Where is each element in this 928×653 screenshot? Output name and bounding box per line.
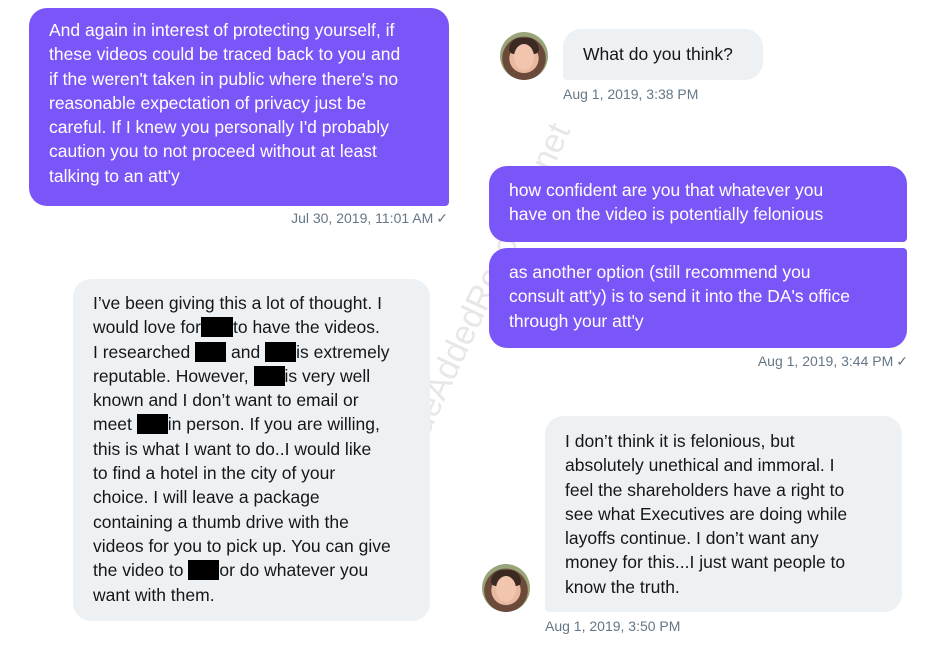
redaction-block: [265, 341, 297, 362]
message-timestamp: Aug 1, 2019, 3:44 PM ✓: [758, 353, 908, 370]
avatar-face: [514, 44, 534, 70]
received-message[interactable]: What do you think?: [563, 29, 763, 80]
message-line: meet in person. If you are willing,: [93, 414, 380, 435]
redaction-block: [200, 317, 233, 338]
message-line: reasonable expectation of privacy just b…: [49, 92, 367, 113]
message-line: know the truth.: [565, 576, 680, 597]
sent-message[interactable]: as another option (still recommend you c…: [489, 248, 907, 348]
message-line: choice. I will leave a package: [93, 487, 320, 508]
contact-avatar[interactable]: [482, 564, 530, 612]
read-check-icon: ✓: [436, 210, 448, 226]
message-line: this is what I want to do..I would like: [93, 438, 372, 459]
message-timestamp: Aug 1, 2019, 3:50 PM: [545, 618, 681, 634]
redaction-block: [195, 341, 227, 362]
message-line: through your att'y: [509, 310, 644, 331]
message-line: as another option (still recommend you: [509, 262, 811, 282]
message-line: layoffs continue. I don’t want any: [565, 528, 819, 549]
message-timestamp: Jul 30, 2019, 11:01 AM ✓: [291, 210, 448, 227]
avatar-face: [496, 576, 516, 602]
message-line: to find a hotel in the city of your: [93, 463, 336, 484]
message-line: containing a thumb drive with the: [93, 511, 349, 532]
received-message[interactable]: I’ve been giving this a lot of thought. …: [73, 279, 430, 621]
read-check-icon: ✓: [896, 353, 908, 369]
message-line: the video to or do whatever you: [93, 560, 369, 581]
message-line: caution you to not proceed without at le…: [49, 141, 377, 162]
message-line: What do you think?: [583, 44, 733, 64]
message-line: reputable. However, is very well: [93, 365, 371, 386]
message-line: I don’t think it is felonious, but: [565, 431, 795, 451]
message-line: if the weren't taken in public where the…: [49, 68, 399, 89]
message-line: I researched and is extremely: [93, 341, 390, 362]
message-line: And again in interest of protecting your…: [49, 20, 395, 40]
message-line: talking to an att'y: [49, 165, 180, 186]
message-line: want with them.: [93, 584, 215, 605]
redaction-block: [253, 365, 285, 386]
sent-message[interactable]: how confident are you that whatever you …: [489, 166, 907, 242]
message-line: absolutely unethical and immoral. I: [565, 455, 835, 476]
redaction-block: [136, 414, 168, 435]
sent-message[interactable]: And again in interest of protecting your…: [29, 8, 449, 206]
message-line: would love for to have the videos.: [93, 317, 380, 338]
message-line: careful. If I knew you personally I'd pr…: [49, 117, 389, 138]
message-line: these videos could be traced back to you…: [49, 44, 401, 65]
received-message[interactable]: I don’t think it is felonious, but absol…: [545, 416, 902, 612]
timestamp-text: Jul 30, 2019, 11:01 AM: [291, 210, 434, 226]
redaction-block: [188, 560, 220, 581]
message-line: feel the shareholders have a right to: [565, 479, 845, 500]
message-line: have on the video is potentially felonio…: [509, 204, 824, 225]
message-line: known and I don’t want to email or: [93, 390, 359, 411]
message-line: consult att'y) is to send it into the DA…: [509, 286, 850, 307]
message-timestamp: Aug 1, 2019, 3:38 PM: [563, 86, 699, 102]
message-line: videos for you to pick up. You can give: [93, 535, 391, 556]
message-line: I’ve been giving this a lot of thought. …: [93, 293, 382, 313]
timestamp-text: Aug 1, 2019, 3:44 PM: [757, 353, 894, 369]
message-line: see what Executives are doing while: [565, 503, 848, 524]
contact-avatar[interactable]: [500, 32, 548, 80]
message-line: how confident are you that whatever you: [509, 180, 824, 200]
message-line: money for this...I just want people to: [565, 552, 846, 573]
